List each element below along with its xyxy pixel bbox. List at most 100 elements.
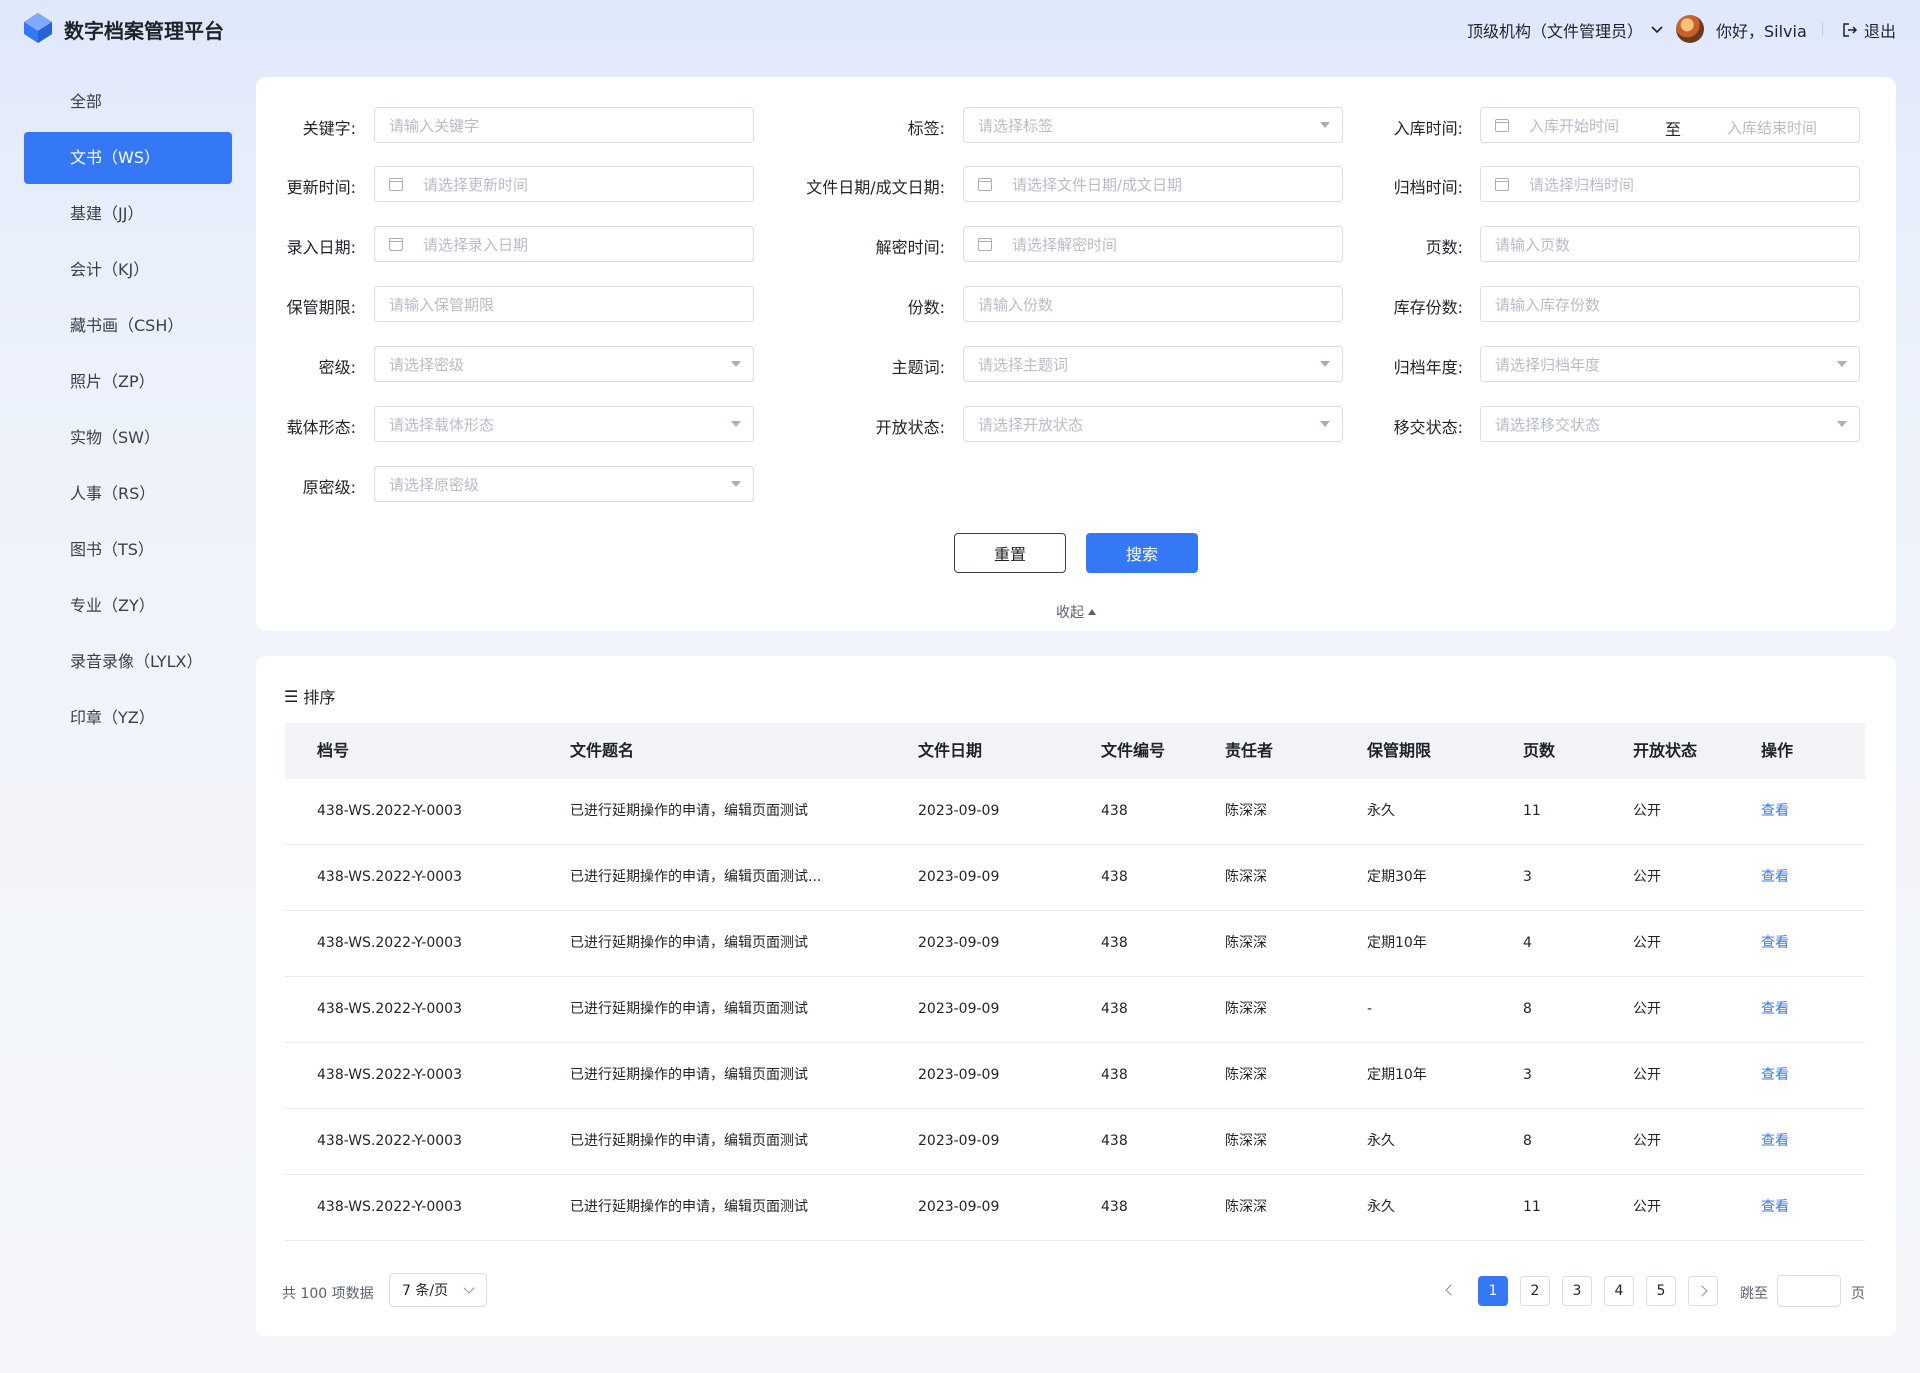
- secret-level-select[interactable]: 请选择密级: [374, 346, 754, 382]
- declassify-time-label: 解密时间:: [875, 238, 945, 257]
- jump-page-suffix: 页: [1851, 1286, 1865, 1302]
- col-header-archive-no[interactable]: 档号: [317, 723, 349, 779]
- archive-year-placeholder: 请选择归档年度: [1495, 355, 1601, 374]
- cell-title: 已进行延期操作的申请，编辑页面测试...: [570, 869, 822, 885]
- sidebar-item-ts[interactable]: 图书（TS）: [24, 524, 232, 576]
- secret-level-placeholder: 请选择密级: [389, 355, 465, 374]
- sidebar-item-ws[interactable]: 文书（WS）: [24, 132, 232, 184]
- tag-select[interactable]: 请选择标签: [963, 107, 1343, 143]
- copies-input[interactable]: 请输入份数: [963, 286, 1343, 322]
- carrier-select[interactable]: 请选择载体形态: [374, 406, 754, 442]
- cell-responsible: 陈深深: [1225, 935, 1267, 951]
- cell-responsible: 陈深深: [1225, 869, 1267, 885]
- page-button-5[interactable]: 5: [1646, 1276, 1676, 1306]
- view-link[interactable]: 查看: [1761, 977, 1789, 1042]
- cell-pages: 3: [1523, 1067, 1532, 1083]
- caret-down-icon: [1837, 421, 1847, 427]
- col-header-file-date[interactable]: 文件日期: [918, 723, 982, 779]
- view-link[interactable]: 查看: [1761, 1175, 1789, 1240]
- cell-open-status: 公开: [1633, 1067, 1661, 1083]
- cell-responsible: 陈深深: [1225, 1001, 1267, 1017]
- page-button-3[interactable]: 3: [1562, 1276, 1592, 1306]
- cell-file-date: 2023-09-09: [918, 803, 1000, 819]
- storage-time-range[interactable]: 入库开始时间 至 入库结束时间: [1480, 107, 1860, 143]
- transfer-status-select[interactable]: 请选择移交状态: [1480, 406, 1860, 442]
- orig-secret-select[interactable]: 请选择原密级: [374, 466, 754, 502]
- search-button[interactable]: 搜索: [1086, 533, 1198, 573]
- next-page-button[interactable]: [1688, 1276, 1718, 1306]
- entry-date-picker[interactable]: 请选择录入日期: [374, 226, 754, 262]
- orig-secret-placeholder: 请选择原密级: [389, 475, 480, 494]
- cell-archive-no: 438-WS.2022-Y-0003: [317, 1199, 462, 1215]
- update-time-picker[interactable]: 请选择更新时间: [374, 166, 754, 202]
- prev-page-button[interactable]: [1442, 1282, 1458, 1298]
- table-row: 438-WS.2022-Y-0003 已进行延期操作的申请，编辑页面测试 202…: [285, 911, 1865, 977]
- cell-archive-no: 438-WS.2022-Y-0003: [317, 935, 462, 951]
- pages-input[interactable]: 请输入页数: [1480, 226, 1860, 262]
- view-link[interactable]: 查看: [1761, 779, 1789, 844]
- reset-button[interactable]: 重置: [954, 533, 1066, 573]
- retention-input[interactable]: 请输入保管期限: [374, 286, 754, 322]
- cell-title: 已进行延期操作的申请，编辑页面测试: [570, 935, 808, 951]
- cell-file-date: 2023-09-09: [918, 1133, 1000, 1149]
- sidebar-item-zp[interactable]: 照片（ZP）: [24, 356, 232, 408]
- open-status-select[interactable]: 请选择开放状态: [963, 406, 1343, 442]
- declassify-time-picker[interactable]: 请选择解密时间: [963, 226, 1343, 262]
- col-header-actions: 操作: [1761, 741, 1794, 760]
- view-link[interactable]: 查看: [1761, 911, 1789, 976]
- cell-archive-no: 438-WS.2022-Y-0003: [317, 1001, 462, 1017]
- chevron-down-icon: [1651, 26, 1663, 34]
- table-row: 438-WS.2022-Y-0003 已进行延期操作的申请，编辑页面测试 202…: [285, 1175, 1865, 1241]
- view-link[interactable]: 查看: [1761, 1043, 1789, 1108]
- jump-page-input[interactable]: [1777, 1275, 1841, 1307]
- archive-year-select[interactable]: 请选择归档年度: [1480, 346, 1860, 382]
- calendar-icon: [978, 237, 992, 251]
- page-button-1[interactable]: 1: [1478, 1276, 1508, 1306]
- carrier-label: 载体形态:: [286, 418, 356, 437]
- update-time-label: 更新时间:: [286, 178, 356, 197]
- avatar[interactable]: [1676, 15, 1704, 43]
- sidebar-item-lylx[interactable]: 录音录像（LYLX）: [24, 636, 232, 688]
- col-header-retention[interactable]: 保管期限: [1367, 723, 1431, 779]
- calendar-icon: [389, 237, 403, 251]
- sidebar-item-yz[interactable]: 印章（YZ）: [24, 692, 232, 744]
- keyword-input[interactable]: 请输入关键字: [374, 107, 754, 143]
- org-switcher[interactable]: 顶级机构（文件管理员）: [1467, 18, 1663, 42]
- file-date-picker[interactable]: 请选择文件日期/成文日期: [963, 166, 1343, 202]
- secret-level-label: 密级:: [318, 358, 356, 377]
- cell-title: 已进行延期操作的申请，编辑页面测试: [570, 1067, 808, 1083]
- sidebar-item-all[interactable]: 全部: [24, 76, 232, 128]
- view-link[interactable]: 查看: [1761, 845, 1789, 910]
- table-row: 438-WS.2022-Y-0003 已进行延期操作的申请，编辑页面测试... …: [285, 845, 1865, 911]
- col-header-responsible[interactable]: 责任者: [1225, 723, 1273, 779]
- sidebar-item-sw[interactable]: 实物（SW）: [24, 412, 232, 464]
- cell-title: 已进行延期操作的申请，编辑页面测试: [570, 1133, 808, 1149]
- archive-time-picker[interactable]: 请选择归档时间: [1480, 166, 1860, 202]
- page-size-select[interactable]: 7 条/页: [389, 1273, 487, 1307]
- sidebar-item-jj[interactable]: 基建（JJ）: [24, 188, 232, 240]
- sort-label: 排序: [303, 688, 336, 707]
- col-header-open-status[interactable]: 开放状态: [1633, 723, 1697, 779]
- col-header-file-no[interactable]: 文件编号: [1101, 723, 1165, 779]
- chevron-left-icon: [1445, 1284, 1457, 1296]
- logout-button[interactable]: 退出: [1842, 18, 1896, 42]
- view-link[interactable]: 查看: [1761, 1109, 1789, 1174]
- subject-select[interactable]: 请选择主题词: [963, 346, 1343, 382]
- open-status-label: 开放状态:: [875, 418, 945, 437]
- page-button-4[interactable]: 4: [1604, 1276, 1634, 1306]
- cell-file-no: 438: [1101, 1067, 1128, 1083]
- col-header-title[interactable]: 文件题名: [570, 723, 634, 779]
- sidebar-item-rs[interactable]: 人事（RS）: [24, 468, 232, 520]
- stock-copies-input[interactable]: 请输入库存份数: [1480, 286, 1860, 322]
- collapse-toggle[interactable]: 收起: [1056, 602, 1096, 622]
- sidebar-item-kj[interactable]: 会计（KJ）: [24, 244, 232, 296]
- sidebar-item-zy[interactable]: 专业（ZY）: [24, 580, 232, 632]
- sort-button[interactable]: ☰ 排序: [284, 684, 335, 708]
- entry-date-placeholder: 请选择录入日期: [423, 235, 529, 254]
- cell-pages: 11: [1523, 803, 1541, 819]
- page-button-2[interactable]: 2: [1520, 1276, 1550, 1306]
- cell-file-no: 438: [1101, 935, 1128, 951]
- col-header-pages[interactable]: 页数: [1523, 723, 1555, 779]
- storage-start-placeholder: 入库开始时间: [1529, 116, 1620, 135]
- sidebar-item-csh[interactable]: 藏书画（CSH）: [24, 300, 232, 352]
